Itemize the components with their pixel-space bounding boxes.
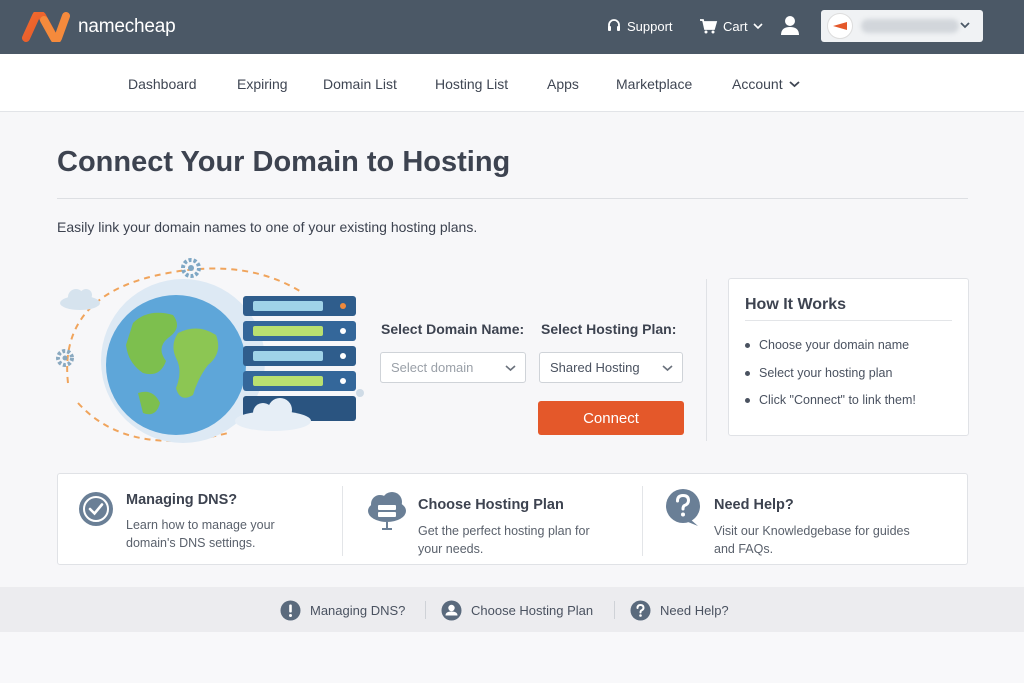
card-choose-hosting[interactable]: Choose Hosting Plan Get the perfect host… xyxy=(343,474,642,566)
cart-icon xyxy=(700,19,718,34)
card-need-help[interactable]: Need Help? Visit our Knowledgebase for g… xyxy=(643,474,967,566)
card-title: Managing DNS? xyxy=(126,492,238,508)
card-desc-line: your needs. xyxy=(418,542,484,556)
card-title: Choose Hosting Plan xyxy=(418,497,564,513)
cloud-server-icon xyxy=(368,492,406,530)
user-icon[interactable] xyxy=(779,14,801,36)
nav-hosting-list[interactable]: Hosting List xyxy=(435,76,508,92)
nav-expiring[interactable]: Expiring xyxy=(237,76,288,92)
card-desc-line: domain's DNS settings. xyxy=(126,536,256,550)
footer-link-label: Need Help? xyxy=(660,603,729,618)
nav-domain-list[interactable]: Domain List xyxy=(323,76,397,92)
avatar-logo-icon xyxy=(833,22,847,30)
info-cards: Managing DNS? Learn how to manage your d… xyxy=(57,473,968,565)
how-it-works-panel: How It Works Choose your domain name Sel… xyxy=(728,278,969,436)
cart-link[interactable]: Cart xyxy=(699,18,768,34)
hosting-plan-select[interactable]: Shared Hosting xyxy=(539,352,683,383)
chevron-down-icon xyxy=(505,365,516,372)
headset-icon xyxy=(608,19,620,31)
globe-server-illustration xyxy=(56,258,364,443)
bullet-icon xyxy=(745,397,750,403)
how-step: Choose your domain name xyxy=(745,338,909,352)
main-content: Connect Your Domain to Hosting Easily li… xyxy=(0,113,1024,586)
how-step-text: Click "Connect" to link them! xyxy=(759,393,916,407)
section-divider xyxy=(706,279,707,441)
hosting-plan-value: Shared Hosting xyxy=(550,360,640,375)
top-header: namecheap Support Cart xyxy=(0,0,1024,54)
card-desc: Visit our Knowledgebase for guides and F… xyxy=(714,522,910,558)
footer-link-label: Choose Hosting Plan xyxy=(471,603,594,618)
account-name-redacted xyxy=(861,19,959,33)
main-nav: Dashboard Expiring Domain List Hosting L… xyxy=(0,54,1024,112)
footer-managing-dns[interactable]: Managing DNS? xyxy=(280,600,405,621)
how-it-works-title: How It Works xyxy=(745,296,847,313)
chevron-down-icon xyxy=(960,22,970,29)
page-title: Connect Your Domain to Hosting xyxy=(57,146,511,178)
card-desc-line: Visit our Knowledgebase for guides xyxy=(714,524,910,538)
footer-choose-hosting[interactable]: Choose Hosting Plan xyxy=(441,600,593,621)
plan-label: Select Hosting Plan: xyxy=(541,321,677,337)
page-bottom xyxy=(0,632,1024,683)
question-circle-icon xyxy=(630,600,651,621)
footer-links-bar: Managing DNS? Choose Hosting Plan Need H… xyxy=(0,587,1024,632)
question-bubble-icon xyxy=(666,489,700,526)
footer-divider xyxy=(425,601,426,619)
card-title: Need Help? xyxy=(714,497,794,513)
account-avatar xyxy=(827,13,853,39)
namecheap-logo-icon xyxy=(22,12,70,42)
footer-link-label: Managing DNS? xyxy=(310,603,406,618)
how-step-text: Select your hosting plan xyxy=(759,366,893,380)
support-label: Support xyxy=(627,18,673,34)
nav-apps[interactable]: Apps xyxy=(547,76,579,92)
chevron-down-icon xyxy=(788,81,800,88)
bullet-icon xyxy=(745,342,750,348)
domain-select-placeholder: Select domain xyxy=(391,360,474,375)
support-link[interactable]: Support xyxy=(606,18,673,34)
title-divider xyxy=(57,198,968,199)
nav-account-label: Account xyxy=(732,76,783,92)
page-subtitle: Easily link your domain names to one of … xyxy=(57,219,478,235)
card-desc: Get the perfect hosting plan for your ne… xyxy=(418,522,590,558)
footer-divider xyxy=(614,601,615,619)
account-dropdown[interactable] xyxy=(821,10,983,42)
how-step: Select your hosting plan xyxy=(745,366,892,380)
nav-account[interactable]: Account xyxy=(732,76,800,92)
how-it-works-divider xyxy=(745,320,952,321)
nav-dashboard[interactable]: Dashboard xyxy=(128,76,197,92)
domain-label: Select Domain Name: xyxy=(381,321,525,337)
domain-select[interactable]: Select domain xyxy=(380,352,526,383)
card-desc-line: Learn how to manage your xyxy=(126,518,275,532)
brand-logo[interactable]: namecheap xyxy=(22,12,176,42)
cloud-user-icon xyxy=(441,600,462,621)
card-desc-line: and FAQs. xyxy=(714,542,774,556)
card-desc-line: Get the perfect hosting plan for xyxy=(418,524,590,538)
bullet-icon xyxy=(745,370,750,376)
nav-marketplace[interactable]: Marketplace xyxy=(616,76,692,92)
connect-button[interactable]: Connect xyxy=(538,401,684,435)
how-step: Click "Connect" to link them! xyxy=(745,393,916,407)
chevron-down-icon xyxy=(662,365,673,372)
cart-label: Cart xyxy=(723,18,748,34)
card-managing-dns[interactable]: Managing DNS? Learn how to manage your d… xyxy=(58,474,342,566)
brand-name: namecheap xyxy=(78,16,176,37)
card-desc: Learn how to manage your domain's DNS se… xyxy=(126,516,275,552)
check-circle-icon xyxy=(79,492,113,526)
how-step-text: Choose your domain name xyxy=(759,338,910,352)
footer-need-help[interactable]: Need Help? xyxy=(630,600,729,621)
chevron-down-icon xyxy=(752,23,763,30)
exclamation-circle-icon xyxy=(280,600,301,621)
